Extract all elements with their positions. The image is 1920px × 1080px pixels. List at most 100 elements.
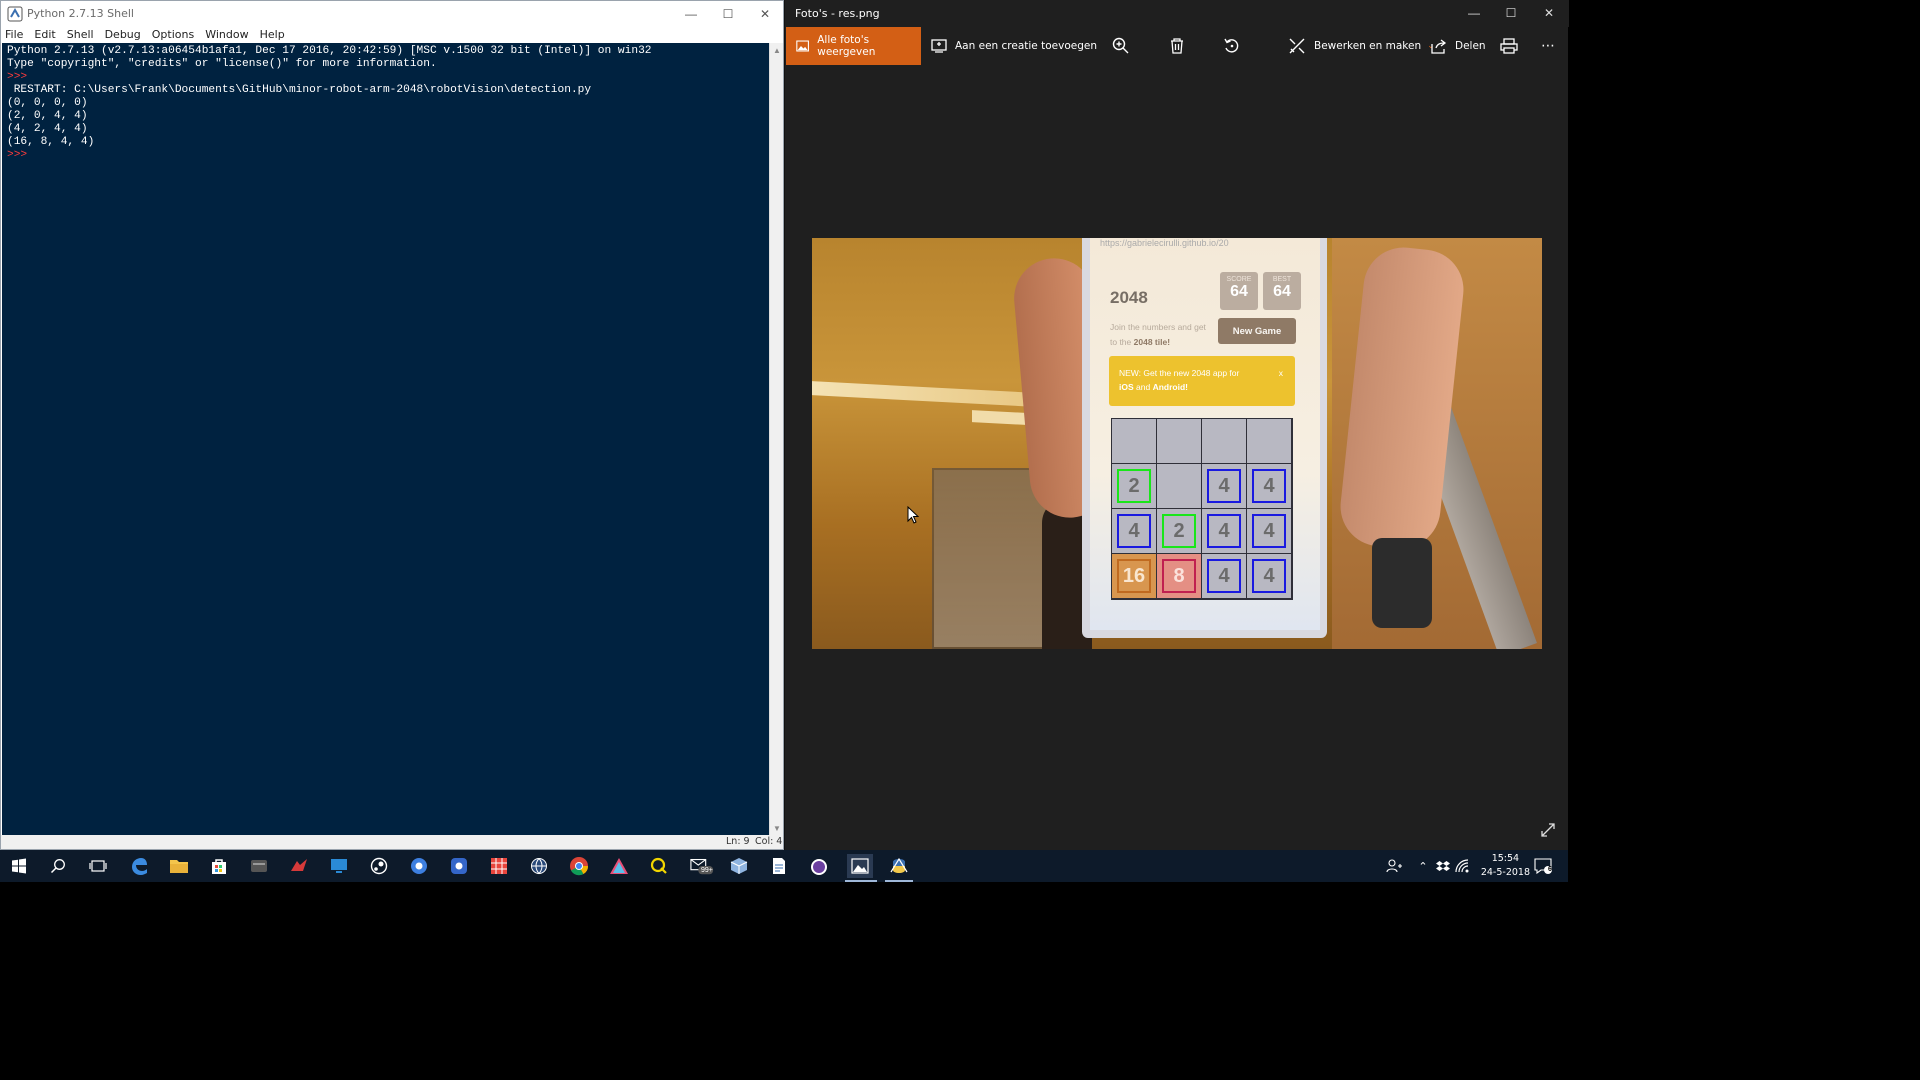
python-icon [7, 6, 23, 21]
edit-create-button[interactable]: Bewerken en maken ⌄ [1288, 27, 1435, 65]
chrome-icon [570, 857, 589, 876]
detection-box [1117, 469, 1151, 503]
console-line: RESTART: C:\Users\Frank\Documents\GitHub… [7, 84, 592, 96]
board-tile: 2 [1157, 509, 1201, 553]
taskbar-app-7[interactable] [527, 854, 551, 878]
scroll-down-icon[interactable]: ▼ [770, 821, 784, 835]
board-tile: 8 [1157, 554, 1201, 598]
console-line: (4, 2, 4, 4) [7, 123, 88, 135]
taskbar-photos[interactable] [847, 854, 873, 878]
scroll-up-icon[interactable]: ▲ [770, 43, 784, 57]
idle-titlebar[interactable]: Python 2.7.13 Shell — ☐ ✕ [1, 1, 783, 26]
taskbar-app-4[interactable] [407, 854, 431, 878]
taskbar-store[interactable] [207, 854, 231, 878]
board-grid: 2 4 4 4 2 4 4 16 8 4 4 [1112, 419, 1292, 598]
taskbar-app-6[interactable] [487, 854, 511, 878]
maximize-button[interactable]: ☐ [709, 1, 747, 26]
console-line: (0, 0, 0, 0) [7, 97, 88, 109]
wifi-tray[interactable] [1451, 854, 1475, 878]
detection-box [1117, 514, 1151, 548]
tray-clock[interactable]: 15:54 24-5-2018 [1481, 852, 1530, 880]
taskbar-app-1[interactable] [247, 854, 271, 878]
zoom-button[interactable] [1112, 27, 1138, 65]
photo-viewer[interactable]: https://gabrielecirulli.github.io/20 204… [812, 238, 1542, 649]
share-label: Delen [1455, 40, 1486, 52]
taskbar-app-11[interactable] [767, 854, 791, 878]
taskbar: 99+ ⌃ 15:54 24-5-2018 6 [0, 850, 1568, 882]
game-title: 2048 [1110, 288, 1148, 307]
detection-box [1207, 469, 1241, 503]
image-icon [796, 40, 809, 52]
document-app-icon [773, 858, 785, 874]
steam-icon [370, 857, 388, 875]
taskbar-app-5[interactable] [447, 854, 471, 878]
taskbar-app-10[interactable] [727, 854, 751, 878]
close-button[interactable]: ✕ [746, 1, 784, 26]
board-tile [1157, 464, 1201, 508]
board-tile: 4 [1202, 554, 1246, 598]
taskbar-idle[interactable] [887, 854, 911, 878]
start-button[interactable] [7, 854, 31, 878]
idle-title: Python 2.7.13 Shell [27, 7, 134, 20]
taskbar-app-12[interactable] [807, 854, 831, 878]
all-photos-button[interactable]: Alle foto's weergeven [786, 27, 921, 65]
console-line: (16, 8, 4, 4) [7, 136, 95, 148]
print-button[interactable] [1500, 27, 1526, 65]
board-tile: 16 [1112, 554, 1156, 598]
idle-statusbar: Ln: 9 Col: 4 [1, 835, 783, 849]
menu-file[interactable]: File [5, 28, 23, 41]
board-tile: 4 [1247, 464, 1291, 508]
photos-close-button[interactable]: ✕ [1530, 0, 1568, 25]
store-icon [212, 859, 226, 874]
menu-window[interactable]: Window [205, 28, 248, 41]
minimize-button[interactable]: — [672, 1, 710, 26]
taskbar-app-3[interactable] [327, 854, 351, 878]
best-label: BEST [1272, 276, 1292, 283]
menu-options[interactable]: Options [152, 28, 194, 41]
detection-box [1207, 559, 1241, 593]
photos-maximize-button[interactable]: ☐ [1492, 0, 1530, 25]
menu-debug[interactable]: Debug [105, 28, 141, 41]
board-tile: 4 [1247, 554, 1291, 598]
vertical-scrollbar[interactable]: ▲ ▼ [769, 43, 783, 835]
menu-edit[interactable]: Edit [34, 28, 55, 41]
menu-help[interactable]: Help [260, 28, 285, 41]
score-box: SCORE 64 [1220, 272, 1258, 310]
console-prompt: >>> [7, 71, 34, 83]
printer-icon [1500, 38, 1518, 54]
add-to-creation-button[interactable]: Aan een creatie toevoegen [931, 27, 1097, 65]
detection-box [1252, 469, 1286, 503]
mouse-cursor-icon [907, 506, 919, 524]
console-line: Type "copyright", "credits" or "license(… [7, 58, 437, 70]
menu-shell[interactable]: Shell [67, 28, 94, 41]
blue-square-app-icon [451, 858, 467, 874]
taskbar-steam[interactable] [367, 854, 391, 878]
search-button[interactable] [46, 854, 70, 878]
taskbar-mail[interactable]: 99+ [690, 854, 714, 878]
share-button[interactable]: Delen [1431, 27, 1486, 65]
taskbar-app-9[interactable] [647, 854, 671, 878]
taskbar-app-8[interactable] [607, 854, 631, 878]
task-view-button[interactable] [86, 854, 110, 878]
status-line: Ln: 9 [726, 836, 750, 847]
taskbar-chrome[interactable] [567, 854, 591, 878]
taskbar-app-2[interactable] [287, 854, 311, 878]
fullscreen-icon[interactable] [1540, 822, 1556, 838]
photos-minimize-button[interactable]: — [1455, 0, 1493, 25]
banner-android: Android! [1152, 382, 1189, 392]
zoom-in-icon [1112, 37, 1129, 54]
more-options-icon[interactable]: ⋯ [1541, 27, 1555, 65]
action-center-button[interactable]: 6 [1531, 854, 1555, 878]
console-prompt: >>> [7, 149, 34, 161]
board-tile: 4 [1112, 509, 1156, 553]
people-button[interactable] [1382, 854, 1406, 878]
taskbar-file-explorer[interactable] [167, 854, 191, 878]
rotate-button[interactable] [1223, 27, 1249, 65]
shell-console[interactable]: Python 2.7.13 (v2.7.13:a06454b1afa1, Dec… [2, 43, 769, 835]
board-tile [1247, 419, 1291, 463]
delete-button[interactable] [1169, 27, 1193, 65]
taskbar-edge[interactable] [127, 854, 151, 878]
best-box: BEST 64 [1263, 272, 1301, 310]
photos-titlebar[interactable]: Foto's - res.png — ☐ ✕ [785, 0, 1569, 27]
idle-python-icon [890, 857, 908, 873]
